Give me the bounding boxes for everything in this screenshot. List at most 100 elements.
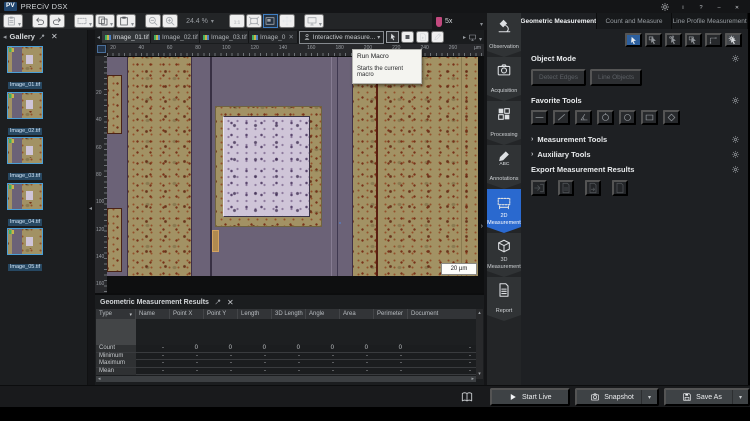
tool-rectangle-icon[interactable] (641, 110, 658, 125)
info-icon[interactable]: i (676, 1, 690, 12)
minimize-icon[interactable]: – (712, 1, 726, 12)
horizontal-scrollbar[interactable]: ◂▸ (96, 376, 476, 382)
gear-icon[interactable] (731, 54, 740, 63)
zoom-in-icon[interactable] (162, 14, 178, 28)
scroll-right-icon[interactable]: › (481, 223, 483, 230)
section-auxiliary-tools[interactable]: ›Auxiliary Tools (521, 146, 748, 161)
gear-icon[interactable] (731, 135, 740, 144)
column-header[interactable]: Point X (170, 309, 204, 319)
fit-to-screen-icon[interactable] (246, 14, 262, 28)
document-tab[interactable]: Image_0✕ (249, 31, 298, 43)
gallery-thumbnail[interactable] (7, 92, 43, 119)
column-header[interactable]: Name (136, 309, 170, 319)
column-header[interactable]: Document (408, 309, 477, 319)
scroll-down-icon[interactable]: ▾ (478, 372, 481, 377)
sidebar-tab-acquisition[interactable]: Acquisition (487, 57, 521, 101)
report-macro-icon[interactable] (3, 14, 23, 28)
actual-size-icon[interactable]: 1:1 (229, 14, 245, 28)
table-row[interactable]: Minimum--------- (96, 353, 477, 361)
tool-angle-icon[interactable] (575, 110, 592, 125)
expand-chevron-icon[interactable]: › (531, 136, 533, 143)
document-tab[interactable]: Image_03.tif✕ (200, 31, 249, 43)
tool-arc-icon[interactable] (597, 110, 614, 125)
help-book-icon[interactable] (460, 390, 474, 404)
redo-icon[interactable] (49, 14, 65, 28)
overview-window-icon[interactable] (263, 14, 278, 28)
cursor-multi-icon[interactable] (665, 33, 682, 47)
settings-icon[interactable] (658, 1, 672, 12)
table-row[interactable]: Count-0000000- (96, 345, 477, 353)
gallery-item[interactable]: Image_03.tif (7, 137, 43, 182)
sidebar-tab-2d-measurement[interactable]: 2DMeasurement (487, 189, 521, 233)
pin-icon[interactable] (38, 33, 46, 41)
tool-circle-icon[interactable] (619, 110, 636, 125)
save-as-button[interactable]: Save As (664, 388, 750, 406)
export-file-plain-icon[interactable] (612, 180, 628, 196)
gear-icon[interactable] (731, 96, 740, 105)
sidebar-tab-report[interactable]: Report (487, 277, 521, 321)
scroll-left-icon[interactable]: ◂ (98, 377, 101, 382)
gear-icon[interactable] (731, 165, 740, 174)
footer-button-main[interactable]: Snapshot (577, 390, 641, 404)
close-icon[interactable]: ✕ (730, 1, 744, 12)
document-tab[interactable]: Image_02.tif✕ (151, 31, 200, 43)
column-header[interactable]: Area (340, 309, 374, 319)
pin-icon[interactable] (214, 298, 222, 306)
chevron-down-icon[interactable] (641, 390, 657, 404)
tab-line-profile-measurement[interactable]: Line Profile Measurement (672, 13, 748, 29)
line-objects-button[interactable]: Line Objects (590, 69, 642, 86)
column-header[interactable]: Perimeter (374, 309, 408, 319)
corner-measure-icon[interactable] (705, 33, 722, 47)
display-settings-icon[interactable] (304, 14, 324, 28)
zoom-out-icon[interactable] (145, 14, 161, 28)
column-header[interactable]: Type▾ (96, 309, 136, 319)
run-macro-icon[interactable] (416, 31, 429, 43)
gear-icon[interactable] (731, 150, 740, 159)
copy-icon[interactable] (95, 14, 115, 28)
table-row[interactable]: Mean--------- (96, 368, 477, 376)
gallery-thumbnail[interactable] (7, 228, 43, 255)
collapse-left-icon[interactable]: ◂ (3, 33, 7, 41)
column-header[interactable]: Point Y (204, 309, 238, 319)
select-rectangle-icon[interactable] (74, 14, 94, 28)
stop-square-icon[interactable] (401, 31, 414, 43)
sidebar-tab-annotations[interactable]: ABCAnnotations (487, 145, 521, 189)
tab-geometric-measurement[interactable]: Geometric Measurement (521, 13, 597, 29)
chevron-down-icon[interactable] (732, 390, 748, 404)
gallery-item[interactable]: Image_05.tif (7, 228, 43, 273)
gallery-thumbnail[interactable] (7, 183, 43, 210)
gallery-item-label[interactable]: Image_02.tif (8, 128, 42, 135)
undo-icon[interactable] (32, 14, 48, 28)
cursor-settings-icon[interactable] (725, 33, 742, 47)
cursor-shape-icon[interactable] (645, 33, 662, 47)
column-header[interactable]: Length (238, 309, 272, 319)
vertical-scrollbar[interactable]: ▴▾ (476, 309, 483, 379)
export-run-icon[interactable] (531, 180, 547, 196)
column-header[interactable]: Angle (306, 309, 340, 319)
sidebar-tab-processing[interactable]: Processing (487, 101, 521, 145)
detect-edges-button[interactable]: Detect Edges (531, 69, 586, 86)
column-header[interactable]: 3D Length (272, 309, 306, 319)
cursor-select-icon[interactable] (386, 31, 399, 43)
gallery-item[interactable]: Image_04.tif (7, 183, 43, 228)
display-options-icon[interactable] (468, 33, 477, 42)
cursor-select-icon[interactable] (625, 33, 642, 47)
gallery-item-label[interactable]: Image_04.tif (8, 219, 42, 226)
section-measurement-tools[interactable]: ›Measurement Tools (521, 131, 748, 146)
sidebar-tab-3d-measurement[interactable]: 3DMeasurement (487, 233, 521, 277)
gallery-item-label[interactable]: Image_03.tif (8, 173, 42, 180)
tab-count-and-measure[interactable]: Count and Measure (597, 13, 673, 29)
tool-mode-dropdown[interactable]: Interactive measure... (299, 31, 385, 44)
pan-mode-icon[interactable] (279, 14, 295, 28)
cursor-rect-icon[interactable] (685, 33, 702, 47)
image-canvas[interactable]: 20 µm ⌄ › (107, 56, 484, 320)
gallery-thumbnail[interactable] (7, 137, 43, 164)
close-icon[interactable]: ✕ (51, 32, 58, 41)
help-icon[interactable]: ? (694, 1, 708, 12)
gallery-item[interactable]: Image_01.tif (7, 46, 43, 91)
export-file-arrow-icon[interactable] (585, 180, 601, 196)
export-file-csv-icon[interactable] (558, 180, 574, 196)
edit-macro-icon[interactable] (431, 31, 444, 43)
sidebar-tab-observation[interactable]: Observation (487, 13, 521, 57)
footer-button-main[interactable]: Start Live (492, 390, 566, 404)
